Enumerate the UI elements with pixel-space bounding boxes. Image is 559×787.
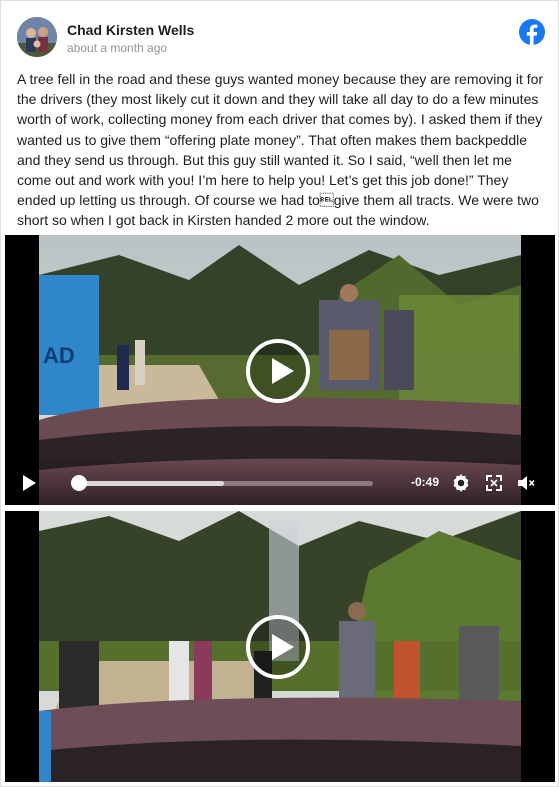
video-1-scrub-handle[interactable] xyxy=(71,475,87,491)
author-name[interactable]: Chad Kirsten Wells xyxy=(67,22,194,38)
video-1-center-play-button[interactable] xyxy=(246,339,310,403)
video-1-buffer-bar xyxy=(75,481,224,486)
video-2-center-play-button[interactable] xyxy=(246,615,310,679)
video-1-time-remaining: -0:49 xyxy=(411,475,440,489)
video-1-controls: -0:49 xyxy=(5,457,555,505)
svg-text:AD: AD xyxy=(43,343,75,368)
volume-muted-icon[interactable] xyxy=(516,473,536,493)
facebook-icon[interactable] xyxy=(519,19,545,45)
gear-icon[interactable] xyxy=(451,473,471,493)
post-header: Chad Kirsten Wells about a month ago xyxy=(17,17,547,59)
author-avatar[interactable] xyxy=(17,17,57,57)
post-card: Chad Kirsten Wells about a month ago A t… xyxy=(0,0,559,787)
video-player-2[interactable] xyxy=(5,511,555,782)
video-1-progress-track[interactable] xyxy=(75,481,373,486)
post-timestamp[interactable]: about a month ago xyxy=(67,41,167,55)
video-player-1[interactable]: AD -0:49 xyxy=(5,235,555,505)
play-icon[interactable] xyxy=(22,475,36,491)
video-2-frame xyxy=(39,511,521,782)
fullscreen-icon[interactable] xyxy=(484,473,504,493)
post-body-text: A tree fell in the road and these guys w… xyxy=(17,71,544,229)
